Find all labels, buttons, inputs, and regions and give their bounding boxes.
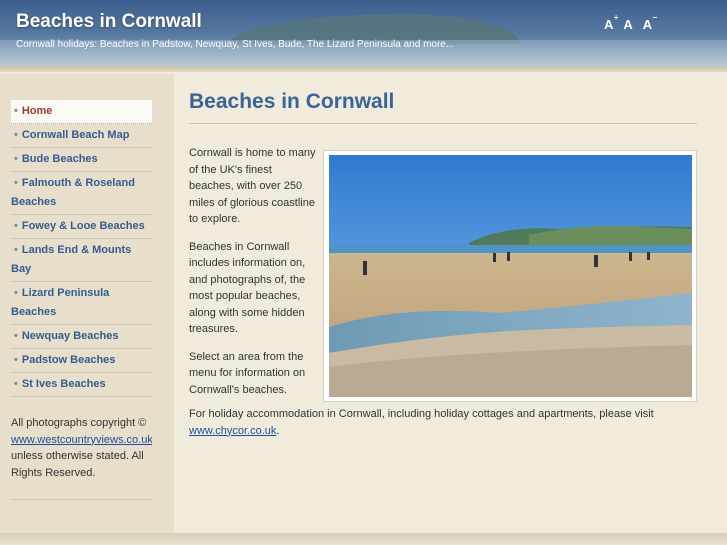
holiday-sentence: For holiday accommodation in Cornwall, i… [189, 408, 654, 420]
beach-photo [323, 150, 697, 402]
header-divider [0, 66, 727, 72]
sidebar-item-label: St Ives Beaches [21, 378, 106, 390]
sidebar-item-label: Falmouth & Roseland Beaches [11, 177, 135, 208]
sidebar-item-label: Cornwall Beach Map [21, 129, 130, 141]
site-header: Beaches in Cornwall Cornwall holidays: B… [0, 0, 727, 72]
westcountryviews-link[interactable]: www.westcountryviews.co.uk [11, 432, 152, 449]
copyright-prefix: All photographs copyright © [11, 417, 147, 429]
site-title[interactable]: Beaches in Cornwall [16, 11, 202, 33]
sidebar-item-cornwall-beach-map[interactable]: • Cornwall Beach Map [11, 124, 152, 148]
intro-paragraph: Cornwall is home to many of the UK's fin… [189, 147, 316, 225]
sidebar: • Home • Cornwall Beach Map • Bude Beaches … [0, 74, 174, 533]
decrease-font-button[interactable]: A − [642, 13, 657, 32]
bullet-icon: • [14, 244, 18, 256]
bullet-icon: • [14, 378, 18, 390]
title-divider [189, 123, 697, 124]
sidebar-item-label: Bude Beaches [21, 153, 98, 165]
increase-font-button[interactable]: A + [604, 13, 618, 32]
sidebar-item-home[interactable]: • Home [11, 100, 152, 124]
sidebar-item-label: Lizard Peninsula Beaches [11, 287, 110, 318]
copyright-suffix: unless otherwise stated. All Rights Rese… [11, 450, 144, 479]
page-title: Beaches in Cornwall [189, 90, 395, 113]
intro-paragraph: Beaches in Cornwall includes information… [189, 240, 306, 336]
sidebar-item-label: Newquay Beaches [21, 330, 119, 342]
plus-icon: + [613, 13, 619, 22]
decrease-font-label: A [642, 17, 653, 32]
beach-scene-image [329, 155, 692, 397]
footer-bar [0, 533, 727, 545]
intro-paragraph: Select an area from the menu for informa… [189, 350, 306, 396]
bullet-icon: • [14, 105, 18, 117]
sidebar-item-lizard-peninsula-beaches[interactable]: • Lizard Peninsula Beaches [11, 282, 152, 325]
sidebar-item-label: Padstow Beaches [21, 354, 116, 366]
sidebar-divider [11, 499, 152, 500]
bullet-icon: • [14, 129, 18, 141]
bullet-icon: • [14, 330, 18, 342]
bullet-icon: • [14, 354, 18, 366]
bullet-icon: • [14, 153, 18, 165]
reset-font-label: A [623, 17, 633, 32]
copyright-notice: All photographs copyright © www.westcoun… [11, 415, 152, 481]
holiday-period: . [276, 424, 280, 437]
bullet-icon: • [14, 220, 18, 232]
reset-font-button[interactable]: A [623, 17, 632, 32]
sidebar-item-falmouth-roseland-beaches[interactable]: • Falmouth & Roseland Beaches [11, 172, 152, 215]
chycor-link[interactable]: www.chycor.co.uk [189, 425, 276, 437]
sidebar-item-label: Fowey & Looe Beaches [21, 220, 145, 232]
increase-font-label: A [604, 17, 614, 32]
sidebar-nav: • Home • Cornwall Beach Map • Bude Beaches … [11, 100, 152, 397]
font-size-tools: A + A A − [604, 13, 657, 32]
bullet-icon: • [14, 287, 18, 299]
bullet-icon: • [14, 177, 18, 189]
site-tagline: Cornwall holidays: Beaches in Padstow, N… [16, 39, 455, 50]
sidebar-item-padstow-beaches[interactable]: • Padstow Beaches [11, 349, 152, 373]
sidebar-item-label: Lands End & Mounts Bay [11, 244, 132, 275]
sidebar-item-bude-beaches[interactable]: • Bude Beaches [11, 148, 152, 172]
sidebar-item-lands-end-mounts-bay[interactable]: • Lands End & Mounts Bay [11, 239, 152, 282]
sidebar-item-fowey-looe-beaches[interactable]: • Fowey & Looe Beaches [11, 215, 152, 239]
minus-icon: − [652, 13, 658, 22]
sidebar-item-label: Home [21, 105, 53, 117]
sidebar-item-newquay-beaches[interactable]: • Newquay Beaches [11, 325, 152, 349]
holiday-text: For holiday accommodation in Cornwall, i… [189, 406, 699, 439]
intro-text: Cornwall is home to many of the UK's fin… [189, 145, 317, 409]
sidebar-item-st-ives-beaches[interactable]: • St Ives Beaches [11, 373, 152, 397]
